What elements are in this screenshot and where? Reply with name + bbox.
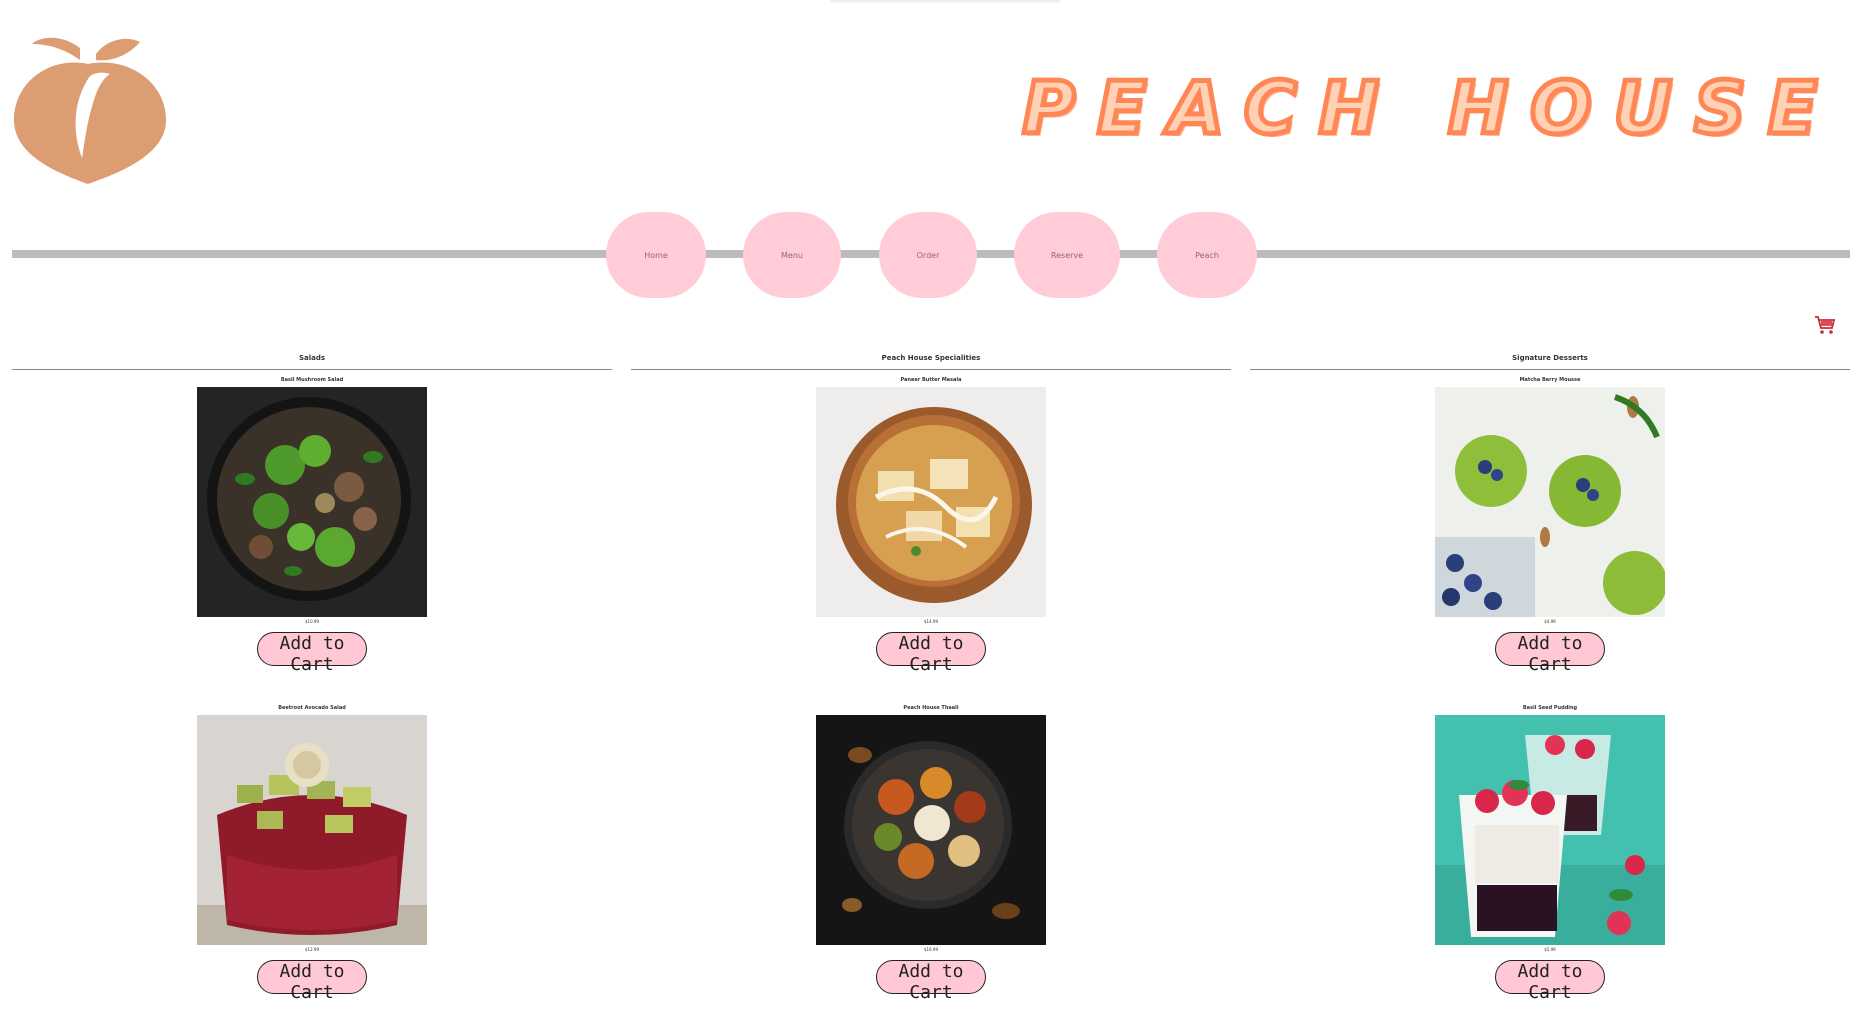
menu-item-card: Paneer Butter Masala $14.99 Add to Cart bbox=[631, 376, 1231, 675]
section-title: Salads bbox=[298, 354, 326, 362]
section-divider bbox=[12, 369, 612, 370]
add-to-cart-button[interactable]: Add to Cart bbox=[257, 960, 367, 1003]
item-price: $4.99 bbox=[1544, 619, 1556, 624]
peach-logo[interactable] bbox=[10, 26, 170, 186]
item-name: Beetroot Avocado Salad bbox=[278, 705, 346, 711]
menu-item-card: Basil Mushroom Salad $10.99 Add to Cart bbox=[12, 376, 612, 675]
item-price: $16.99 bbox=[924, 947, 938, 952]
add-to-cart-button[interactable]: Add to Cart bbox=[257, 632, 367, 675]
menu-item-card: Matcha Berry Mousse $4.99 Add to Cart bbox=[1250, 376, 1850, 675]
add-to-cart-button[interactable]: Add to Cart bbox=[876, 960, 986, 1003]
menu-item-card: Peach House Thaali $16.99 Add to Cart bbox=[631, 704, 1231, 1003]
item-image-matcha-mousse bbox=[1435, 387, 1665, 617]
nav-menu-button[interactable]: Menu bbox=[743, 212, 841, 298]
nav-order-button[interactable]: Order bbox=[879, 212, 977, 298]
item-image-basil-seed-pudding bbox=[1435, 715, 1665, 945]
item-price: $5.99 bbox=[1544, 947, 1556, 952]
section-specialities: Peach House Specialities Paneer Butter M… bbox=[631, 352, 1231, 1003]
section-title: Peach House Specialities bbox=[881, 354, 981, 362]
nav-peach-button[interactable]: Peach bbox=[1157, 212, 1257, 298]
brand-title: PEACH HOUSE bbox=[1020, 64, 1839, 153]
item-name: Basil Mushroom Salad bbox=[280, 377, 344, 383]
item-image-beetroot-salad bbox=[197, 715, 427, 945]
section-salads: Salads Basil Mushroom Salad $10.99 Add t… bbox=[12, 352, 612, 1003]
top-shadow bbox=[830, 0, 1060, 4]
item-price: $12.99 bbox=[305, 947, 319, 952]
item-name: Paneer Butter Masala bbox=[900, 377, 962, 383]
nav-reserve-button[interactable]: Reserve bbox=[1014, 212, 1120, 298]
add-to-cart-button[interactable]: Add to Cart bbox=[876, 632, 986, 675]
item-image-paneer-butter-masala bbox=[816, 387, 1046, 617]
item-name: Peach House Thaali bbox=[903, 705, 959, 711]
menu-item-card: Beetroot Avocado Salad $12.99 Add to Car… bbox=[12, 704, 612, 1003]
item-image-thaali bbox=[816, 715, 1046, 945]
item-price: $14.99 bbox=[924, 619, 938, 624]
item-image-mushroom-salad bbox=[197, 387, 427, 617]
item-price: $10.99 bbox=[305, 619, 319, 624]
add-to-cart-button[interactable]: Add to Cart bbox=[1495, 632, 1605, 675]
item-name: Matcha Berry Mousse bbox=[1519, 377, 1581, 383]
nav-home-button[interactable]: Home bbox=[606, 212, 706, 298]
section-divider bbox=[1250, 369, 1850, 370]
item-name: Basil Seed Pudding bbox=[1522, 705, 1578, 711]
section-divider bbox=[631, 369, 1231, 370]
shopping-cart-icon[interactable] bbox=[1814, 315, 1836, 335]
menu-item-card: Basil Seed Pudding $5.99 Add to Cart bbox=[1250, 704, 1850, 1003]
section-title: Signature Desserts bbox=[1512, 354, 1588, 362]
add-to-cart-button[interactable]: Add to Cart bbox=[1495, 960, 1605, 1003]
section-desserts: Signature Desserts Matcha Berry Mousse $… bbox=[1250, 352, 1850, 1003]
